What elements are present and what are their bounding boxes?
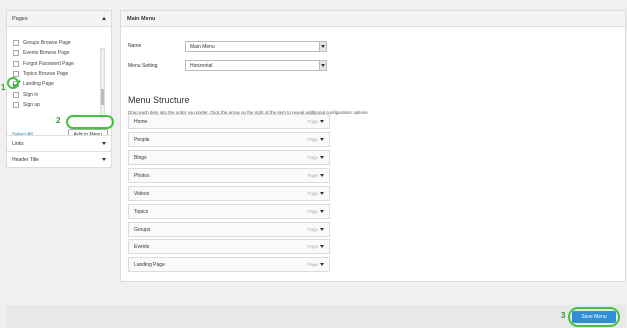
menu-item-label: Home: [134, 118, 148, 125]
header-title-accordion[interactable]: Header Title: [7, 151, 111, 167]
menu-item-label: Landing Page: [134, 261, 165, 268]
expand-arrow-icon[interactable]: [320, 210, 324, 213]
menu-item-label: Blogs: [134, 154, 147, 161]
page-label: Landing Page: [23, 81, 54, 88]
expand-arrow-icon[interactable]: [320, 156, 324, 159]
name-value: Main Menu: [190, 43, 215, 50]
menu-item[interactable]: Photos Page: [128, 168, 330, 183]
collapse-icon[interactable]: [102, 17, 106, 20]
checkbox[interactable]: [13, 60, 19, 67]
panel-title: Main Menu: [127, 15, 156, 22]
dropdown-arrow-icon: [319, 42, 326, 51]
checkbox[interactable]: [13, 101, 19, 108]
chevron-down-icon: [102, 158, 106, 161]
menu-item-label: Groups: [134, 226, 151, 233]
step-1-number: 1: [1, 83, 6, 92]
list-item[interactable]: Events Browse Page: [13, 48, 105, 58]
header-title-label: Header Title: [12, 156, 39, 163]
step-3-number: 3: [561, 311, 566, 320]
menu-item[interactable]: Events Page: [128, 239, 330, 254]
menu-item-type: Page: [307, 244, 318, 249]
menu-item-label: Events: [134, 243, 150, 250]
pages-panel-header[interactable]: Pages: [7, 11, 111, 27]
chevron-down-icon: [102, 142, 106, 145]
name-label: Name: [128, 43, 142, 49]
menu-item[interactable]: People Page: [128, 132, 330, 147]
menu-item[interactable]: Groups Page: [128, 222, 330, 237]
list-item[interactable]: Groups Browse Page: [13, 38, 105, 48]
pages-panel-title: Pages: [12, 15, 28, 22]
scrollbar[interactable]: [100, 48, 105, 118]
step-2-number: 2: [56, 116, 61, 125]
expand-arrow-icon[interactable]: [320, 138, 324, 141]
menu-setting-value: Horizontal: [190, 62, 213, 69]
menu-item[interactable]: Blogs Page: [128, 150, 330, 165]
menu-item-type: Page: [307, 155, 318, 160]
step-3-highlight: [568, 307, 620, 327]
name-select[interactable]: Main Menu: [185, 41, 327, 52]
expand-arrow-icon[interactable]: [320, 120, 324, 123]
page-label: Forgot Password Page: [23, 60, 74, 67]
dropdown-arrow-icon: [319, 61, 326, 70]
checkbox[interactable]: [13, 40, 19, 47]
menu-item[interactable]: Landing Page Page: [128, 257, 330, 272]
menu-item-type: Page: [307, 227, 318, 232]
menu-item[interactable]: Videos Page: [128, 186, 330, 201]
step-1-highlight: [7, 77, 19, 89]
menu-structure-title: Menu Structure: [128, 95, 190, 105]
menu-item-label: Photos: [134, 172, 150, 179]
pages-panel: Pages Groups Browse Page Events Browse P…: [6, 10, 112, 168]
menu-item-type: Page: [307, 119, 318, 124]
expand-arrow-icon[interactable]: [320, 245, 324, 248]
menu-item-type: Page: [307, 191, 318, 196]
menu-setting-label: Menu Setting: [128, 63, 158, 69]
menu-item-label: Topics: [134, 208, 149, 215]
menu-item-label: People: [134, 136, 150, 143]
page-label: Groups Browse Page: [23, 40, 71, 47]
checkbox[interactable]: [13, 50, 19, 57]
list-item[interactable]: Sign up: [13, 100, 105, 110]
menu-item[interactable]: Topics Page: [128, 204, 330, 219]
list-item[interactable]: Forgot Password Page: [13, 59, 105, 69]
main-menu-panel: Main Menu Name Main Menu Menu Setting Ho…: [120, 10, 626, 282]
menu-item-label: Videos: [134, 190, 150, 197]
menu-item-type: Page: [307, 262, 318, 267]
step-2-highlight: [66, 115, 114, 129]
page-label: Events Browse Page: [23, 50, 70, 57]
expand-arrow-icon[interactable]: [320, 174, 324, 177]
list-item[interactable]: Topics Browse Page: [13, 69, 105, 79]
pages-list: Groups Browse Page Events Browse Page Fo…: [12, 38, 105, 110]
list-item[interactable]: Landing Page: [12, 79, 105, 89]
scrollbar-thumb[interactable]: [101, 89, 104, 105]
page-label: Topics Browse Page: [23, 71, 69, 78]
menu-item-type: Page: [307, 173, 318, 178]
menu-setting-select[interactable]: Horizontal: [185, 60, 327, 71]
menu-item-type: Page: [307, 209, 318, 214]
checkbox[interactable]: [13, 91, 19, 98]
list-item[interactable]: Sign in: [13, 89, 105, 99]
menu-item-type: Page: [307, 137, 318, 142]
menu-item[interactable]: Home Page: [128, 114, 330, 129]
expand-arrow-icon[interactable]: [320, 263, 324, 266]
expand-arrow-icon[interactable]: [320, 192, 324, 195]
main-menu-header: Main Menu: [121, 11, 625, 27]
links-label: Links: [12, 140, 24, 147]
links-accordion[interactable]: Links: [7, 135, 111, 151]
expand-arrow-icon[interactable]: [320, 228, 324, 231]
page-label: Sign up: [23, 101, 40, 108]
footer-bar: [6, 305, 626, 328]
page-label: Sign in: [23, 91, 39, 98]
